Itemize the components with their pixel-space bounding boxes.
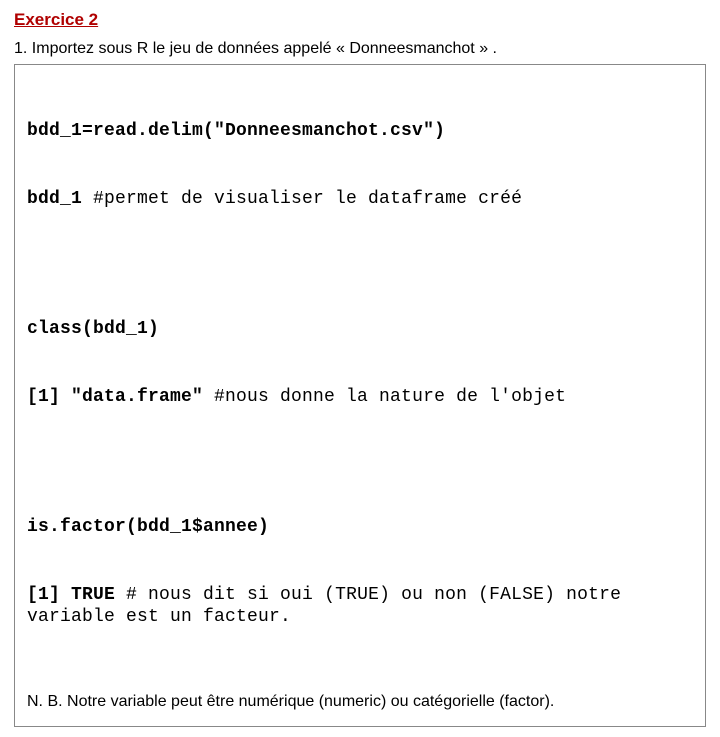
code-line: bdd_1=read.delim("Donneesmanchot.csv") xyxy=(27,120,693,143)
code-block-2: class(bdd_1) [1] "data.frame" #nous donn… xyxy=(27,273,693,453)
code-box: bdd_1=read.delim("Donneesmanchot.csv") b… xyxy=(14,64,706,727)
code-line: [1] TRUE # nous dit si oui (TRUE) ou non… xyxy=(27,584,693,629)
exercise-page: Exercice 2 1. Importez sous R le jeu de … xyxy=(0,0,720,737)
code-text: class(bdd_1) xyxy=(27,319,159,339)
code-line: [1] "data.frame" #nous donne la nature d… xyxy=(27,386,693,409)
code-text: bdd_1=read.delim("Donneesmanchot.csv") xyxy=(27,121,445,141)
nota-bene: N. B. Notre variable peut être numérique… xyxy=(27,692,693,713)
code-line: bdd_1 #permet de visualiser le dataframe… xyxy=(27,188,693,211)
code-line: is.factor(bdd_1$annee) xyxy=(27,516,693,539)
code-text: [1] TRUE xyxy=(27,585,126,605)
code-text: is.factor(bdd_1$annee) xyxy=(27,517,269,537)
code-text: [1] "data.frame" xyxy=(27,387,214,407)
code-comment: #permet de visualiser le dataframe créé xyxy=(93,189,522,209)
code-block-3: is.factor(bdd_1$annee) [1] TRUE # nous d… xyxy=(27,471,693,674)
code-line: class(bdd_1) xyxy=(27,318,693,341)
exercise-intro: 1. Importez sous R le jeu de données app… xyxy=(14,40,706,58)
code-text: bdd_1 xyxy=(27,189,93,209)
code-block-1: bdd_1=read.delim("Donneesmanchot.csv") b… xyxy=(27,75,693,255)
code-comment: #nous donne la nature de l'objet xyxy=(214,387,566,407)
exercise-title: Exercice 2 xyxy=(14,10,706,30)
